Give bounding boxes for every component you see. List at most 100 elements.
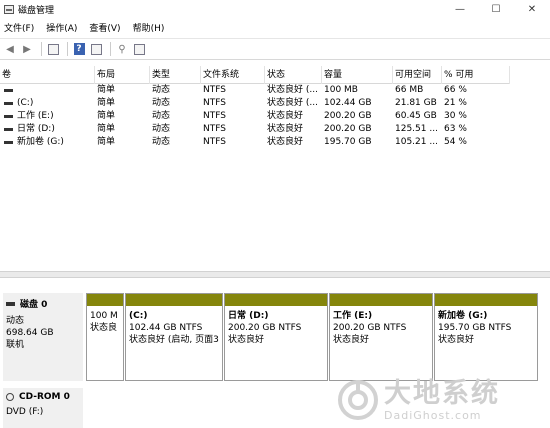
partition-status: 状态良好 (启动, 页面3 <box>129 335 219 345</box>
volume-name: 工作 (E:) <box>17 111 54 121</box>
partition-status: 状态良 <box>90 323 118 333</box>
toolbar-divider <box>41 42 42 56</box>
view-icon[interactable] <box>46 42 60 56</box>
partition-bar <box>126 294 222 306</box>
table-row[interactable]: 简单 动态 NTFS 状态良好 (... 100 MB 66 MB 66 % <box>0 84 510 97</box>
volume-icon <box>4 115 13 118</box>
partition-size: 200.20 GB NTFS <box>228 323 302 333</box>
capacity-cell: 100 MB <box>324 85 358 95</box>
partition-bar <box>435 294 537 306</box>
partition-d[interactable]: 日常 (D:) 200.20 GB NTFS 状态良好 <box>224 293 328 381</box>
table-row[interactable]: 工作 (E:) 简单 动态 NTFS 状态良好 200.20 GB 60.45 … <box>0 110 510 123</box>
filesystem-cell: NTFS <box>203 124 226 134</box>
toolbar-divider <box>110 42 111 56</box>
menu-help[interactable]: 帮助(H) <box>133 21 165 34</box>
disk-icon <box>6 301 15 306</box>
free-space-cell: 21.81 GB <box>395 98 437 108</box>
pane-splitter[interactable] <box>0 271 550 278</box>
free-space-cell: 105.21 ... <box>395 137 438 147</box>
volume-icon <box>4 102 13 105</box>
window-title: 磁盘管理 <box>18 5 55 16</box>
layout-cell: 简单 <box>97 111 116 121</box>
partition-name: 工作 (E:) <box>333 311 373 321</box>
status-cell: 状态良好 (... <box>267 85 318 95</box>
table-row[interactable]: (C:) 简单 动态 NTFS 状态良好 (... 102.44 GB 21.8… <box>0 97 510 110</box>
maximize-button[interactable]: ☐ <box>478 0 514 18</box>
free-space-cell: 66 MB <box>395 85 424 95</box>
type-cell: 动态 <box>152 98 171 108</box>
cdrom-drive: DVD (F:) <box>6 407 44 417</box>
partition-size: 200.20 GB NTFS <box>333 323 407 333</box>
properties-icon[interactable] <box>89 42 103 56</box>
partition-status: 状态良好 <box>228 335 265 345</box>
volume-icon <box>4 128 13 131</box>
status-cell: 状态良好 <box>267 124 304 134</box>
table-row[interactable]: 日常 (D:) 简单 动态 NTFS 状态良好 200.20 GB 125.51… <box>0 123 510 136</box>
disk-0-label[interactable]: 磁盘 0 动态 698.64 GB 联机 <box>3 293 83 381</box>
filesystem-cell: NTFS <box>203 137 226 147</box>
disk-0-row: 磁盘 0 动态 698.64 GB 联机 100 M 状态良 (C:) 102.… <box>0 293 550 384</box>
column-header-type[interactable]: 类型 <box>150 66 201 84</box>
capacity-cell: 200.20 GB <box>324 124 372 134</box>
column-header-capacity[interactable]: 容量 <box>322 66 393 84</box>
close-button[interactable]: ✕ <box>514 0 550 18</box>
title-bar: 磁盘管理 — ☐ ✕ <box>0 0 550 18</box>
cdrom-0-label[interactable]: CD-ROM 0 DVD (F:) <box>3 388 83 428</box>
column-header-percent-free[interactable]: % 可用 <box>442 66 510 84</box>
volume-icon <box>4 89 13 92</box>
disk-management-app-icon <box>4 4 14 14</box>
list-icon[interactable] <box>132 42 146 56</box>
menu-view[interactable]: 查看(V) <box>89 21 120 34</box>
layout-cell: 简单 <box>97 137 116 147</box>
status-cell: 状态良好 <box>267 111 304 121</box>
column-header-status[interactable]: 状态 <box>265 66 322 84</box>
volume-name: 日常 (D:) <box>17 124 55 134</box>
capacity-cell: 102.44 GB <box>324 98 372 108</box>
minimize-button[interactable]: — <box>442 0 478 18</box>
partition-status: 状态良好 <box>438 335 475 345</box>
menu-file[interactable]: 文件(F) <box>4 21 34 34</box>
type-cell: 动态 <box>152 111 171 121</box>
column-header-volume[interactable]: 卷 <box>0 66 95 84</box>
partition-name: 日常 (D:) <box>228 311 269 321</box>
percent-free-cell: 21 % <box>444 98 467 108</box>
percent-free-cell: 30 % <box>444 111 467 121</box>
toolbar: ◀ ▶ ? ⚲ <box>0 38 550 60</box>
toolbar-divider <box>67 42 68 56</box>
partition-g[interactable]: 新加卷 (G:) 195.70 GB NTFS 状态良好 <box>434 293 538 381</box>
column-header-free-space[interactable]: 可用空间 <box>393 66 442 84</box>
volume-icon <box>4 141 13 144</box>
layout-cell: 简单 <box>97 124 116 134</box>
disk-name: 磁盘 0 <box>20 300 48 310</box>
column-header-filesystem[interactable]: 文件系统 <box>201 66 265 84</box>
table-header: 卷 布局 类型 文件系统 状态 容量 可用空间 % 可用 <box>0 66 510 84</box>
partition-bar <box>330 294 432 306</box>
cdrom-icon <box>6 393 14 401</box>
disk-size: 698.64 GB <box>6 328 54 338</box>
percent-free-cell: 63 % <box>444 124 467 134</box>
table-row[interactable]: 新加卷 (G:) 简单 动态 NTFS 状态良好 195.70 GB 105.2… <box>0 136 510 149</box>
partition-reserved[interactable]: 100 M 状态良 <box>86 293 124 381</box>
layout-cell: 简单 <box>97 85 116 95</box>
watermark-sub-text: DadiGhost.com <box>384 408 482 422</box>
partition-c[interactable]: (C:) 102.44 GB NTFS 状态良好 (启动, 页面3 <box>125 293 223 381</box>
partition-bar <box>87 294 123 306</box>
back-arrow-icon[interactable]: ◀ <box>3 42 17 56</box>
filesystem-cell: NTFS <box>203 98 226 108</box>
percent-free-cell: 66 % <box>444 85 467 95</box>
disk-type: 动态 <box>6 316 25 326</box>
column-header-layout[interactable]: 布局 <box>95 66 150 84</box>
capacity-cell: 200.20 GB <box>324 111 372 121</box>
partition-size: 100 M <box>90 311 118 321</box>
connect-icon[interactable]: ⚲ <box>115 42 129 56</box>
partition-name: 新加卷 (G:) <box>438 311 488 321</box>
forward-arrow-icon[interactable]: ▶ <box>20 42 34 56</box>
partition-e[interactable]: 工作 (E:) 200.20 GB NTFS 状态良好 <box>329 293 433 381</box>
watermark: 大地系统 DadiGhost.com <box>336 376 542 424</box>
menu-action[interactable]: 操作(A) <box>46 21 77 34</box>
partition-size: 195.70 GB NTFS <box>438 323 512 333</box>
capacity-cell: 195.70 GB <box>324 137 372 147</box>
help-icon[interactable]: ? <box>72 42 86 56</box>
status-cell: 状态良好 (... <box>267 98 318 108</box>
filesystem-cell: NTFS <box>203 111 226 121</box>
